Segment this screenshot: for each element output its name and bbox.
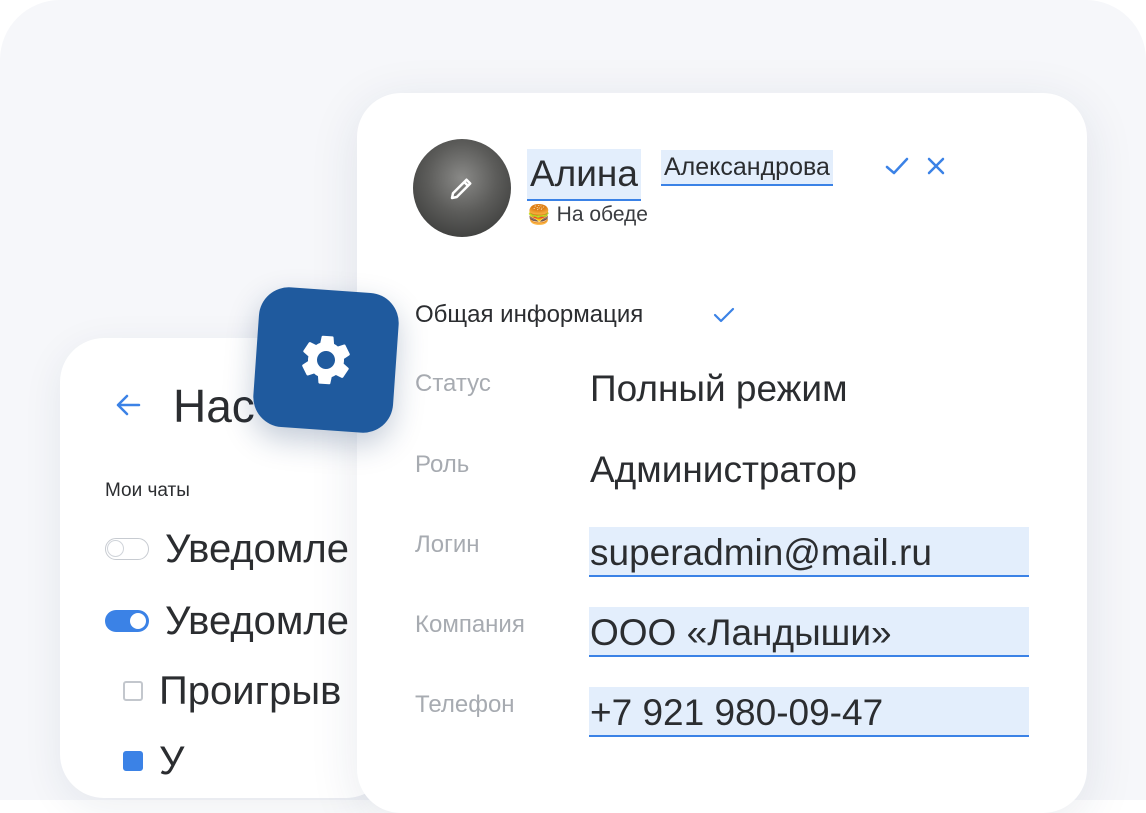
pencil-icon <box>450 178 472 200</box>
settings-gear-button[interactable] <box>251 285 401 435</box>
avatar[interactable] <box>413 139 511 237</box>
role-value: Администратор <box>590 449 857 490</box>
settings-title: Нас <box>173 380 255 432</box>
arrow-left-icon[interactable] <box>113 390 143 420</box>
settings-option[interactable]: Проигрыв <box>105 666 341 716</box>
login-label: Логин <box>415 531 480 558</box>
last-name-input[interactable]: Александрова <box>661 150 833 186</box>
settings-option[interactable]: Уведомле <box>105 596 349 646</box>
company-label: Компания <box>415 611 525 638</box>
section-title-general-info: Общая информация <box>415 301 644 328</box>
gear-icon <box>302 335 350 385</box>
option-label: Уведомле <box>165 526 350 571</box>
option-label: Проигрыв <box>159 668 342 713</box>
phone-input[interactable]: +7 921 980-09-47 <box>589 687 1029 737</box>
first-name-input[interactable]: Алина <box>527 149 641 201</box>
option-checkbox[interactable] <box>123 751 143 771</box>
login-input[interactable]: superadmin@mail.ru <box>589 527 1029 577</box>
phone-label: Телефон <box>415 691 515 718</box>
check-icon[interactable] <box>884 155 910 177</box>
profile-card: Алина Александрова 🍔 На обеде Общая инфо… <box>357 93 1087 813</box>
play-sound-checkbox[interactable] <box>123 681 143 701</box>
section-label-my-chats: Мои чаты <box>105 480 190 501</box>
status-value: Полный режим <box>590 368 848 409</box>
notifications-toggle[interactable] <box>105 610 149 632</box>
status-label: Статус <box>415 370 491 397</box>
option-label: Уведомле <box>165 598 350 643</box>
burger-icon: 🍔 <box>527 205 551 226</box>
settings-option[interactable]: Уведомле <box>105 524 349 574</box>
option-label: У <box>159 738 185 783</box>
status-text: На обеде <box>556 203 648 226</box>
settings-option[interactable]: У <box>105 736 184 786</box>
notifications-toggle[interactable] <box>105 538 149 560</box>
close-icon[interactable] <box>925 155 947 177</box>
company-input[interactable]: ООО «Ландыши» <box>589 607 1029 657</box>
role-label: Роль <box>415 451 470 478</box>
check-icon[interactable] <box>712 305 736 325</box>
user-status[interactable]: 🍔 На обеде <box>527 203 648 227</box>
